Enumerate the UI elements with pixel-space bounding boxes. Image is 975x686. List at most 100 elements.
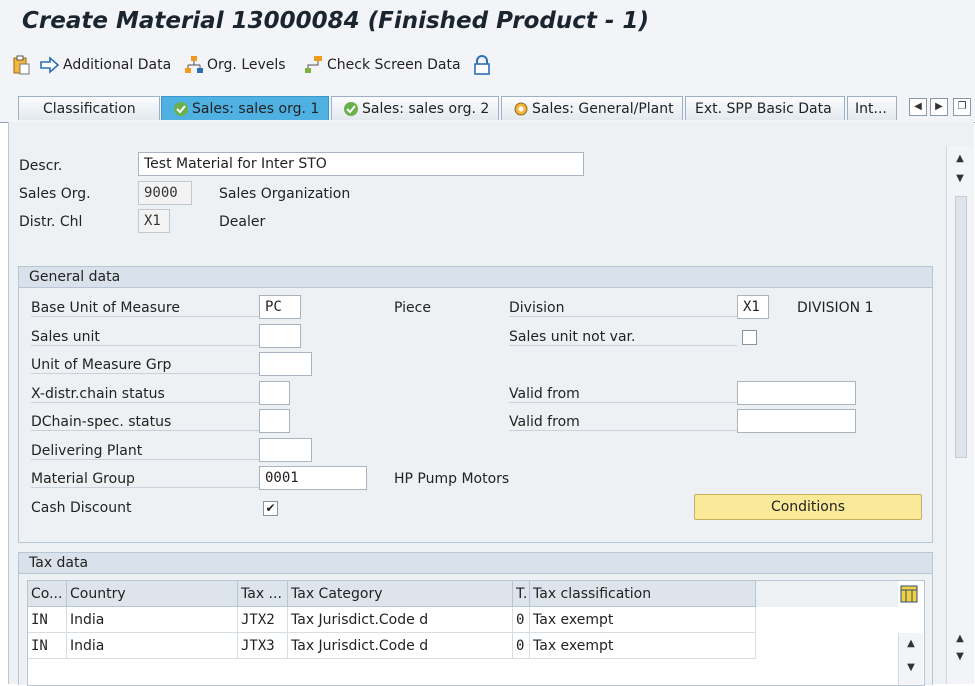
general-data-group: General data Base Unit of Measure PC Pie… <box>18 266 933 543</box>
table-cell: India <box>67 633 238 659</box>
lock-button[interactable] <box>473 54 494 76</box>
chevron-left-icon: ◀ <box>914 101 922 112</box>
scroll-up-icon[interactable]: ▲ <box>953 152 967 166</box>
tab-sales-org-2[interactable]: Sales: sales org. 2 <box>331 96 499 120</box>
window-title: Create Material 13000084 (Finished Produ… <box>22 8 649 34</box>
check-screen-data-button[interactable]: Check Screen Data <box>304 54 461 76</box>
tab-label: Sales: General/Plant <box>532 100 674 117</box>
table-cell: IN <box>28 607 67 633</box>
other-material-button[interactable] <box>12 54 33 76</box>
tab-classification[interactable]: Classification <box>18 96 160 120</box>
sales-unit-not-var-label: Sales unit not var. <box>509 329 737 346</box>
check-icon <box>344 101 358 116</box>
table-settings-button[interactable] <box>900 585 918 603</box>
sales-unit-field[interactable] <box>259 324 301 348</box>
sales-org-field: 9000 <box>138 181 192 205</box>
dchain-spec-status-field[interactable] <box>259 409 290 433</box>
org-levels-label: Org. Levels <box>207 57 286 73</box>
toolbar: Additional Data Org. Levels Check Screen… <box>0 46 975 84</box>
table-cell: Tax Jurisdict.Code d <box>288 633 513 659</box>
tab-int[interactable]: Int... <box>847 96 897 120</box>
checkmark-icon: ✔ <box>265 501 276 515</box>
distr-chl-label: Distr. Chl <box>19 214 83 230</box>
table-cell[interactable]: Tax exempt <box>530 607 756 633</box>
table-cell: India <box>67 607 238 633</box>
content-area: Descr. Test Material for Inter STO Sales… <box>8 122 974 686</box>
sales-org-text: Sales Organization <box>219 186 351 202</box>
chevron-right-icon: ▶ <box>935 101 943 112</box>
scroll-up-icon[interactable]: ▲ <box>904 637 918 651</box>
tab-list-button[interactable]: ❐ <box>953 98 971 116</box>
table-cell: 0 <box>513 633 530 659</box>
tab-label: Sales: sales org. 1 <box>192 100 320 117</box>
sales-unit-not-var-checkbox[interactable] <box>742 330 757 345</box>
lock-icon <box>474 55 490 75</box>
scroll-up-icon[interactable]: ▲ <box>953 632 967 646</box>
tab-label: Classification <box>43 100 136 117</box>
scroll-down-icon[interactable]: ▼ <box>953 172 967 186</box>
uom-grp-label: Unit of Measure Grp <box>31 357 259 374</box>
material-group-text: HP Pump Motors <box>394 471 510 487</box>
column-header[interactable]: T. <box>513 581 530 607</box>
xdistr-chain-status-label: X-distr.chain status <box>31 386 259 403</box>
table-cell: JTX3 <box>238 633 288 659</box>
column-header[interactable]: Country <box>67 581 238 607</box>
valid-from-label-1: Valid from <box>509 386 737 403</box>
table-cell: Tax Jurisdict.Code d <box>288 607 513 633</box>
cash-discount-checkbox[interactable]: ✔ <box>263 501 278 516</box>
header-filler <box>756 581 898 607</box>
base-uom-field[interactable]: PC <box>259 295 301 319</box>
sales-org-label: Sales Org. <box>19 186 91 202</box>
table-settings-icon <box>900 585 918 603</box>
conditions-button[interactable]: Conditions <box>694 494 922 520</box>
hierarchy-icon <box>305 56 322 73</box>
division-text: DIVISION 1 <box>797 300 874 316</box>
scroll-down-icon[interactable]: ▼ <box>904 661 918 675</box>
tab-list-icon: ❐ <box>957 101 967 112</box>
sales-unit-label: Sales unit <box>31 329 259 346</box>
tab-sales-org-1[interactable]: Sales: sales org. 1 <box>161 96 329 120</box>
scroll-down-icon[interactable]: ▼ <box>953 650 967 664</box>
valid-from-label-2: Valid from <box>509 414 737 431</box>
column-header[interactable]: Tax Category <box>288 581 513 607</box>
delivering-plant-field[interactable] <box>259 438 312 462</box>
distr-chl-text: Dealer <box>219 214 266 230</box>
general-data-title: General data <box>19 267 932 288</box>
additional-data-label: Additional Data <box>63 57 172 73</box>
tab-ext-spp-basic-data[interactable]: Ext. SPP Basic Data <box>685 96 845 120</box>
tab-label: Ext. SPP Basic Data <box>695 100 832 117</box>
clipboard-icon <box>13 55 30 75</box>
tax-table: Co... Country Tax ... Tax Category T. Ta… <box>27 580 925 686</box>
additional-data-button[interactable]: Additional Data <box>40 54 171 76</box>
column-header[interactable]: Tax ... <box>238 581 288 607</box>
xdistr-chain-status-field[interactable] <box>259 381 290 405</box>
table-scrollbar[interactable]: ▲ ▼ <box>898 633 923 685</box>
division-field[interactable]: X1 <box>737 295 769 319</box>
table-cell[interactable]: Tax exempt <box>530 633 756 659</box>
org-levels-icon <box>185 56 203 73</box>
tab-label: Sales: sales org. 2 <box>362 100 490 117</box>
division-label: Division <box>509 300 737 317</box>
tab-label: Int... <box>855 100 887 117</box>
material-group-field[interactable]: 0001 <box>259 466 367 490</box>
valid-from-field-2[interactable] <box>737 409 856 433</box>
gear-icon <box>514 102 528 115</box>
tab-sales-general-plant[interactable]: Sales: General/Plant <box>501 96 683 120</box>
check-screen-data-label: Check Screen Data <box>327 57 461 73</box>
tab-scroll-left-button[interactable]: ◀ <box>909 98 927 116</box>
base-uom-label: Base Unit of Measure <box>31 300 259 317</box>
distr-chl-field: X1 <box>138 209 170 233</box>
column-header[interactable]: Co... <box>28 581 67 607</box>
column-header[interactable]: Tax classification <box>530 581 756 607</box>
tab-scroll-right-button[interactable]: ▶ <box>930 98 948 116</box>
scrollbar-thumb[interactable] <box>955 196 967 458</box>
org-levels-button[interactable]: Org. Levels <box>184 54 286 76</box>
uom-grp-field[interactable] <box>259 352 312 376</box>
valid-from-field-1[interactable] <box>737 381 856 405</box>
descr-field[interactable]: Test Material for Inter STO <box>138 152 584 176</box>
check-icon <box>174 101 188 116</box>
tab-bar: Classification Sales: sales org. 1 Sales… <box>0 84 975 123</box>
tax-data-title: Tax data <box>19 553 932 574</box>
table-cell: JTX2 <box>238 607 288 633</box>
main-scrollbar[interactable]: ▲ ▼ ▲ ▼ <box>946 146 973 684</box>
